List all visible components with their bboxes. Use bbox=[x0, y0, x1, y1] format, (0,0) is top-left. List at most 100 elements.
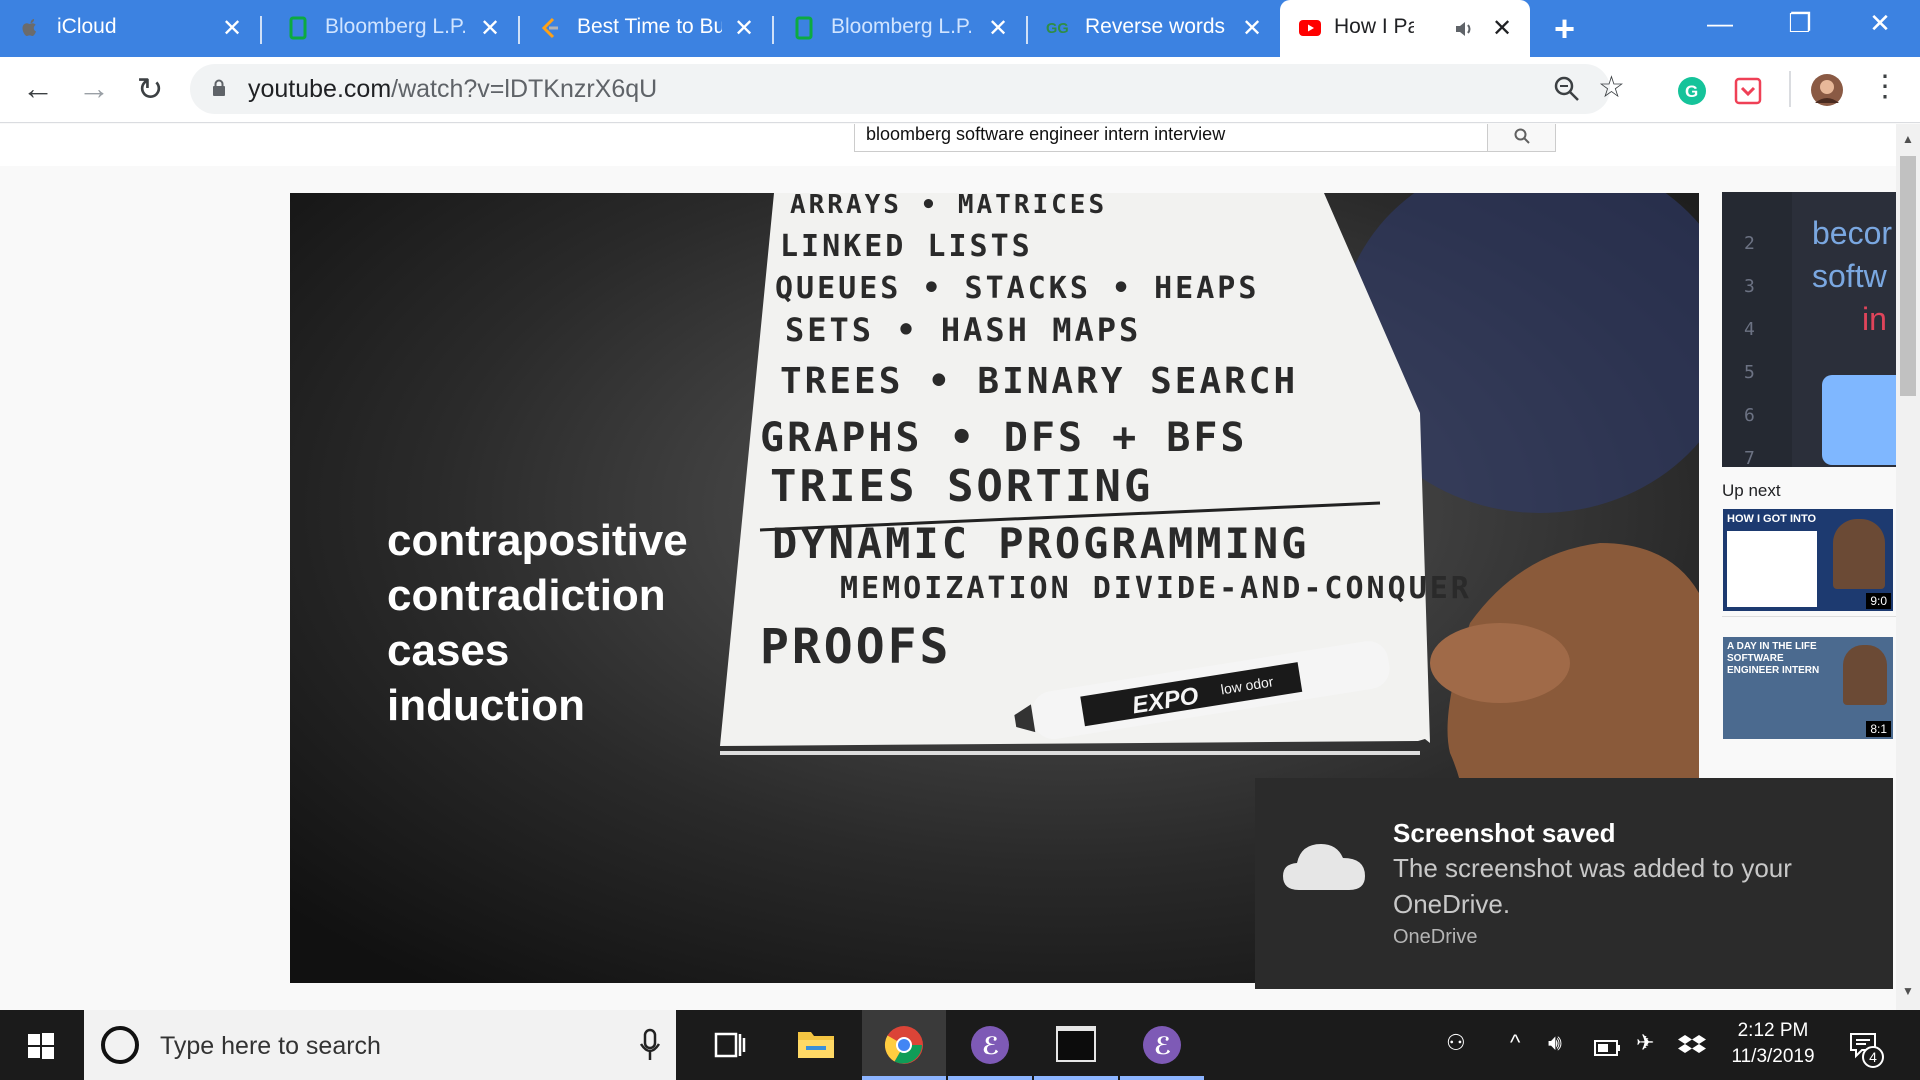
tab-reverse-words[interactable]: GG Reverse words ✕ bbox=[1028, 0, 1280, 57]
apple-icon bbox=[22, 19, 36, 36]
tab-title: iCloud bbox=[57, 15, 117, 38]
close-tab-icon[interactable]: ✕ bbox=[220, 14, 244, 43]
up-next-thumbnail[interactable]: A DAY IN THE LIFE SOFTWARE ENGINEER INTE… bbox=[1723, 637, 1893, 739]
emacs-taskbar-button-2[interactable]: ℰ bbox=[1120, 1010, 1204, 1080]
glassdoor-icon bbox=[289, 16, 307, 40]
line-numbers: 2 3 4 5 6 7 bbox=[1744, 233, 1755, 467]
speaker-icon[interactable] bbox=[1454, 19, 1476, 39]
duration-badge: 9:0 bbox=[1866, 593, 1891, 609]
geeksforgeeks-icon: GG bbox=[1046, 21, 1069, 37]
svg-text:GG: GG bbox=[1046, 21, 1069, 37]
leetcode-icon bbox=[541, 17, 558, 39]
chrome-taskbar-button[interactable] bbox=[862, 1010, 946, 1080]
address-bar[interactable]: youtube.com/watch?v=lDTKnzrX6qU ☆ bbox=[190, 64, 1625, 114]
zoom-icon[interactable] bbox=[1554, 76, 1580, 102]
person-graphic bbox=[1833, 519, 1885, 589]
tab-best-time[interactable]: Best Time to Bu ✕ bbox=[520, 0, 774, 57]
glassdoor-icon bbox=[795, 16, 813, 40]
thumb-button-graphic bbox=[1822, 375, 1896, 465]
tab-separator bbox=[260, 16, 262, 44]
dropbox-icon[interactable] bbox=[1678, 1034, 1706, 1058]
tab-title: Bloomberg L.P. bbox=[325, 15, 465, 38]
url-text[interactable]: youtube.com/watch?v=lDTKnzrX6qU bbox=[248, 75, 657, 104]
terminal-taskbar-button[interactable] bbox=[1034, 1010, 1118, 1080]
whiteboard-line: TRIES SORTING bbox=[770, 461, 1153, 512]
tab-icloud[interactable]: iCloud ✕ bbox=[0, 0, 262, 57]
minimize-button[interactable]: — bbox=[1700, 8, 1740, 39]
airplane-mode-icon[interactable]: ✈︎ bbox=[1636, 1030, 1654, 1056]
microphone-icon[interactable] bbox=[639, 1028, 661, 1062]
tray-chevron-icon[interactable]: ^ bbox=[1510, 1030, 1520, 1056]
svg-text:ℰ: ℰ bbox=[1154, 1032, 1172, 1060]
terminal-icon bbox=[1056, 1026, 1096, 1062]
people-icon[interactable]: ⚇ bbox=[1446, 1030, 1466, 1056]
duration-badge: 8:1 bbox=[1866, 721, 1891, 737]
tab-bloomberg-1[interactable]: Bloomberg L.P. ✕ bbox=[268, 0, 520, 57]
close-tab-icon[interactable]: ✕ bbox=[478, 14, 502, 43]
close-tab-icon[interactable]: ✕ bbox=[986, 14, 1010, 43]
tab-strip: iCloud ✕ Bloomberg L.P. ✕ Best Time to B… bbox=[0, 0, 1920, 57]
forward-button[interactable]: → bbox=[74, 70, 114, 107]
reload-button[interactable]: ↻ bbox=[130, 70, 170, 108]
windows-start-icon[interactable] bbox=[28, 1033, 54, 1059]
overlay-line: cases bbox=[387, 626, 510, 675]
emacs-taskbar-button[interactable]: ℰ bbox=[948, 1010, 1032, 1080]
search-button[interactable] bbox=[1488, 124, 1556, 152]
promoted-thumbnail[interactable]: 2 3 4 5 6 7 becor softw in bbox=[1722, 192, 1896, 467]
scroll-down-icon[interactable]: ▼ bbox=[1902, 984, 1914, 998]
search-icon bbox=[1514, 128, 1530, 144]
new-tab-button[interactable]: + bbox=[1554, 8, 1575, 50]
back-button[interactable]: ← bbox=[18, 70, 58, 107]
close-tab-icon[interactable]: ✕ bbox=[1490, 14, 1514, 43]
tab-bloomberg-2[interactable]: Bloomberg L.P. ✕ bbox=[774, 0, 1028, 57]
page-scrollbar[interactable]: ▲ ▼ bbox=[1896, 124, 1920, 1010]
avatar[interactable] bbox=[1810, 73, 1844, 107]
clock[interactable]: 2:12 PM 11/3/2019 bbox=[1718, 1018, 1828, 1070]
close-tab-icon[interactable]: ✕ bbox=[732, 14, 756, 43]
tab-youtube-active[interactable]: How I Pass ✕ bbox=[1280, 0, 1530, 57]
tab-title: Reverse words bbox=[1085, 15, 1226, 38]
svg-text:ℰ: ℰ bbox=[982, 1032, 1000, 1060]
whiteboard-line: SETS • HASH MAPS bbox=[785, 311, 1141, 349]
whiteboard-line: GRAPHS • DFS + BFS bbox=[760, 415, 1247, 461]
thumb-text: A DAY IN THE LIFE SOFTWARE ENGINEER INTE… bbox=[1727, 641, 1820, 676]
volume-icon[interactable]: 🔊︎ bbox=[1548, 1030, 1562, 1056]
taskbar-search-placeholder: Type here to search bbox=[160, 1032, 381, 1060]
close-window-button[interactable]: ✕ bbox=[1860, 8, 1900, 39]
cortana-icon bbox=[101, 1026, 139, 1064]
lock-icon bbox=[213, 79, 225, 96]
taskbar-search[interactable]: Type here to search bbox=[84, 1010, 676, 1080]
toast-app-name: OneDrive bbox=[1393, 926, 1478, 948]
scroll-up-icon[interactable]: ▲ bbox=[1902, 132, 1914, 146]
tab-title: Best Time to Bu bbox=[577, 15, 722, 38]
taskbar: Type here to search ℰ ℰ ⚇ ^ 🔊︎ ✈︎ 2:12 P… bbox=[0, 1010, 1920, 1080]
restore-button[interactable]: ❐ bbox=[1780, 8, 1820, 39]
person-graphic bbox=[1843, 645, 1887, 705]
thumb-text: becor softw in bbox=[1812, 215, 1893, 337]
task-view-icon[interactable] bbox=[712, 1030, 746, 1060]
youtube-icon bbox=[1299, 20, 1321, 36]
search-input[interactable]: bloomberg software engineer intern inter… bbox=[854, 124, 1488, 152]
bookmark-star-icon[interactable]: ☆ bbox=[1598, 70, 1625, 105]
notification-count-badge: 4 bbox=[1862, 1046, 1884, 1068]
notification-toast[interactable]: Screenshot saved The screenshot was adde… bbox=[1255, 778, 1893, 989]
up-next-label: Up next bbox=[1722, 481, 1781, 500]
toast-title: Screenshot saved bbox=[1393, 818, 1616, 848]
tab-title: Bloomberg L.P. bbox=[831, 15, 971, 38]
toast-body: The screenshot was added to your OneDriv… bbox=[1393, 853, 1792, 919]
file-explorer-icon[interactable] bbox=[796, 1028, 836, 1060]
whiteboard-line: PROOFS bbox=[760, 619, 951, 675]
grammarly-icon[interactable]: G bbox=[1677, 76, 1707, 106]
menu-kebab-icon[interactable]: ⋮ bbox=[1870, 69, 1900, 104]
chrome-icon bbox=[884, 1026, 923, 1064]
battery-icon[interactable] bbox=[1594, 1040, 1622, 1056]
whiteboard-line: DYNAMIC PROGRAMMING bbox=[772, 519, 1309, 568]
youtube-header: bloomberg software engineer intern inter… bbox=[0, 124, 1896, 166]
overlay-line: induction bbox=[387, 681, 585, 730]
close-tab-icon[interactable]: ✕ bbox=[1240, 14, 1264, 43]
line-gutter bbox=[1722, 192, 1792, 467]
scrollbar-thumb[interactable] bbox=[1900, 156, 1916, 396]
pocket-extension-icon[interactable] bbox=[1733, 76, 1763, 106]
up-next-thumbnail[interactable]: HOW I GOT INTO 9:0 bbox=[1723, 509, 1893, 611]
emacs-icon: ℰ bbox=[1143, 1026, 1181, 1064]
